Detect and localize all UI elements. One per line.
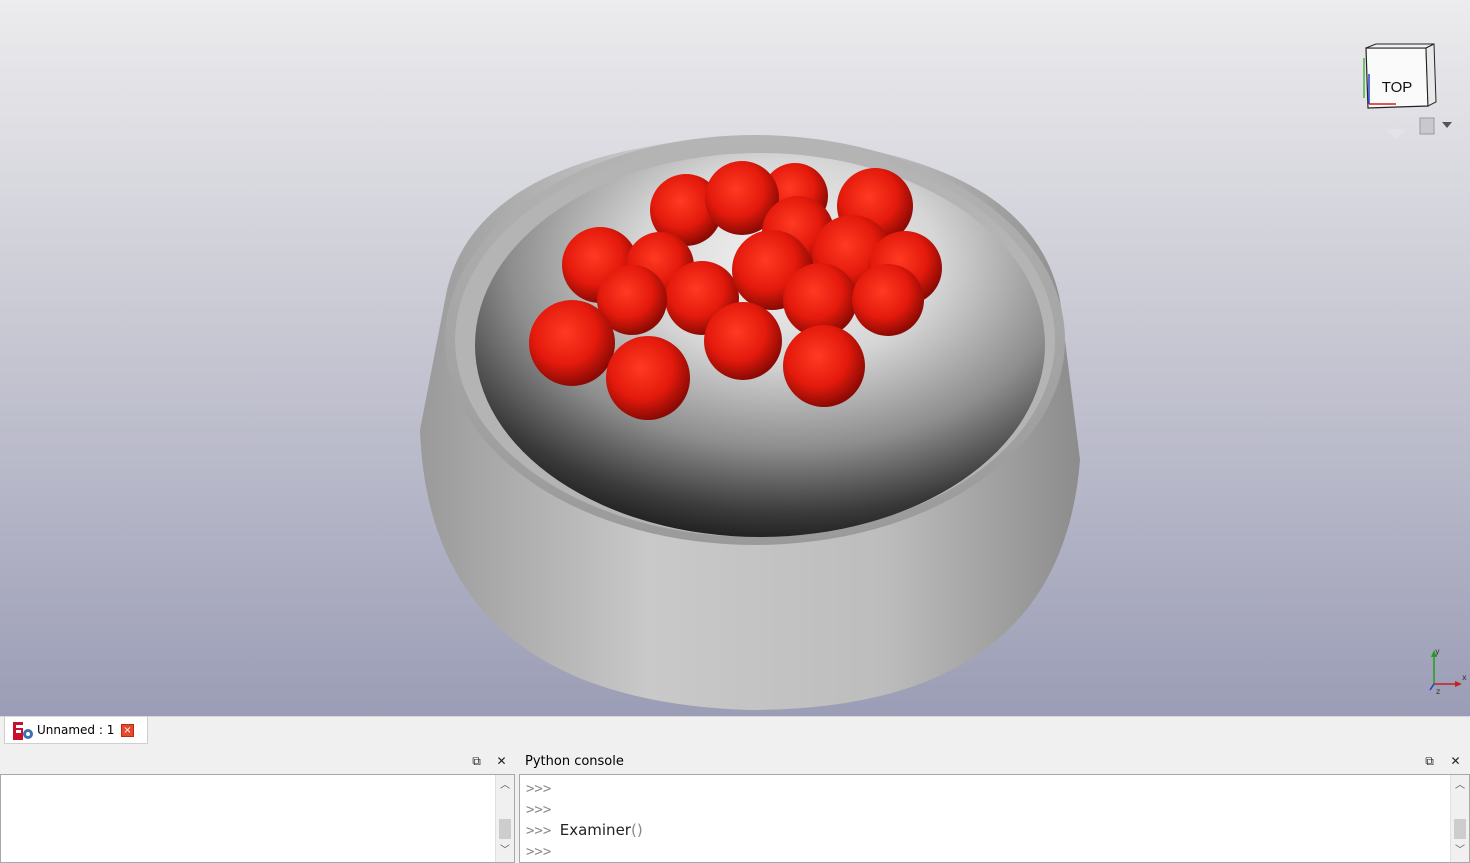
- rotate-down-arrow-icon[interactable]: [1386, 129, 1406, 139]
- document-tab-label: Unnamed : 1: [37, 723, 115, 737]
- scroll-thumb[interactable]: [1454, 819, 1466, 839]
- scroll-up-icon[interactable]: ︿: [496, 779, 514, 793]
- python-console-panel: Python console ⧉ ✕ >>> >>> >>> Examiner(…: [519, 751, 1470, 863]
- rotate-right-arrow-icon[interactable]: [1452, 66, 1458, 82]
- bowl-scene: [420, 135, 1080, 710]
- freecad-logo-icon: [13, 722, 33, 740]
- view-menu-icon[interactable]: [1419, 117, 1452, 135]
- report-view-panel: ⧉ ✕ ︿ ﹀: [0, 751, 515, 863]
- scroll-thumb[interactable]: [499, 819, 511, 839]
- console-line: >>>: [526, 802, 552, 818]
- axis-cross: y x z: [1429, 647, 1467, 696]
- red-sphere[interactable]: [783, 325, 865, 407]
- red-sphere[interactable]: [852, 264, 924, 336]
- console-scrollbar[interactable]: ︿ ﹀: [1450, 775, 1469, 862]
- document-tab-bar: Unnamed : 1 ×: [0, 716, 1470, 745]
- red-sphere[interactable]: [704, 302, 782, 380]
- console-line: >>>: [526, 844, 552, 860]
- python-console-body[interactable]: >>> >>> >>> Examiner() >>> ︿ ﹀: [519, 774, 1470, 863]
- scroll-down-icon[interactable]: ﹀: [496, 844, 514, 858]
- navigation-cube[interactable]: TOP: [1326, 14, 1466, 144]
- rotate-left-arrow-icon[interactable]: [1334, 66, 1340, 82]
- report-view-body[interactable]: ︿ ﹀: [0, 774, 515, 863]
- close-icon[interactable]: ×: [121, 724, 134, 737]
- float-panel-icon[interactable]: ⧉: [1423, 755, 1436, 768]
- red-sphere[interactable]: [606, 336, 690, 420]
- console-output: >>> >>> >>> Examiner() >>>: [526, 778, 643, 862]
- 3d-viewport[interactable]: TOP y x z: [0, 0, 1470, 716]
- scroll-down-icon[interactable]: ﹀: [1451, 844, 1469, 858]
- navcube-face-label: TOP: [1382, 79, 1413, 96]
- view-cube-icon[interactable]: TOP: [1363, 43, 1437, 109]
- close-panel-icon[interactable]: ✕: [495, 755, 508, 768]
- document-tab[interactable]: Unnamed : 1 ×: [4, 717, 148, 744]
- close-panel-icon[interactable]: ✕: [1449, 755, 1462, 768]
- axis-z-label: z: [1436, 687, 1440, 696]
- red-sphere[interactable]: [529, 300, 615, 386]
- report-scrollbar[interactable]: ︿ ﹀: [495, 775, 514, 862]
- axis-x-label: x: [1462, 673, 1467, 682]
- axis-y-label: y: [1435, 647, 1440, 656]
- scroll-up-icon[interactable]: ︿: [1451, 779, 1469, 793]
- report-panel-title: [0, 751, 515, 773]
- console-line: >>>: [526, 781, 552, 797]
- float-panel-icon[interactable]: ⧉: [470, 755, 483, 768]
- python-console-title: Python console: [525, 754, 624, 769]
- console-line: >>> Examiner(): [526, 821, 643, 839]
